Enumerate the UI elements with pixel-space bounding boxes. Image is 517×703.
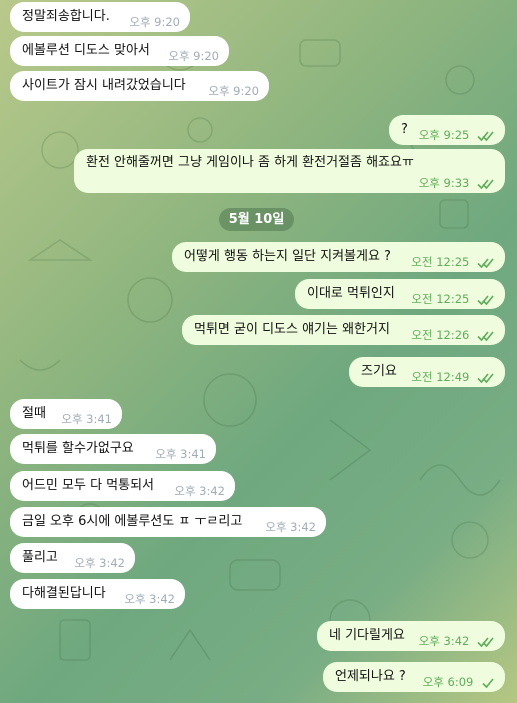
chat-area[interactable]: 정말죄송합니다. 오후 9:20 에볼루션 디도스 맞아서 오후 9:20 사이… <box>0 0 517 703</box>
message-time: 오전 12:25 <box>411 255 470 269</box>
message-text: 네 기다릴게요 <box>329 628 405 643</box>
message-bubble-incoming: 정말죄송합니다. 오후 9:20 <box>10 2 190 32</box>
message-text: 먹튀면 굳이 디도스 얘기는 왜한거지 <box>194 322 390 337</box>
date-separator: 5월 10일 <box>219 208 294 231</box>
message-text: 정말죄송합니다. <box>22 9 110 24</box>
message-text: 풀리고 <box>22 550 58 565</box>
message-text: 에볼루션 디도스 맞아서 <box>22 43 150 58</box>
message-text: 먹튀를 할수가없구요 <box>22 441 134 456</box>
message-time: 오후 9:20 <box>129 15 180 29</box>
message-bubble-incoming: 사이트가 잠시 내려갔었습니다 오후 9:20 <box>10 71 269 101</box>
double-check-icon <box>477 373 494 384</box>
message-time: 오전 12:25 <box>411 292 470 306</box>
double-check-icon <box>477 258 494 269</box>
message-time: 오후 3:41 <box>61 412 112 426</box>
message-time: 오후 9:20 <box>208 84 259 98</box>
message-bubble-outgoing: 환전 안해줄꺼면 그냥 게임이나 좀 하게 환전거절좀 해죠요ㅠ 오후 9:33 <box>74 149 505 193</box>
message-time: 오후 3:42 <box>74 556 125 570</box>
message-time: 오후 9:33 <box>418 176 470 190</box>
message-text: 다해결된답니다 <box>22 586 106 601</box>
message-text: 금일 오후 6시에 에볼루션도 ㅍ ㅜㄹ리고 <box>22 514 243 529</box>
message-text: 환전 안해줄꺼면 그냥 게임이나 좀 하게 환전거절좀 해죠요ㅠ <box>86 155 414 170</box>
message-bubble-incoming: 먹튀를 할수가없구요 오후 3:41 <box>10 434 216 464</box>
message-text: 사이트가 잠시 내려갔었습니다 <box>22 78 186 93</box>
double-check-icon <box>477 295 494 306</box>
message-time: 오후 9:20 <box>168 49 219 63</box>
message-text: 이대로 먹튀인지 <box>307 286 395 301</box>
message-time: 오후 3:42 <box>174 484 225 498</box>
message-time: 오후 6:09 <box>422 675 474 689</box>
message-time: 오후 3:42 <box>265 520 316 534</box>
message-text: 절때 <box>22 406 46 421</box>
message-bubble-outgoing: ? 오후 9:25 <box>389 115 505 145</box>
message-time: 오전 12:26 <box>411 328 470 342</box>
message-bubble-outgoing: 어떻게 행동 하는지 일단 지켜볼게요 ? 오전 12:25 <box>172 242 505 272</box>
message-bubble-incoming: 금일 오후 6시에 에볼루션도 ㅍ ㅜㄹ리고 오후 3:42 <box>10 507 326 537</box>
message-time: 오후 3:42 <box>124 592 175 606</box>
message-text: 어드민 모두 다 먹통되서 <box>22 478 154 493</box>
message-text: 언제되나요 ? <box>335 669 406 684</box>
message-text: 어떻게 행동 하는지 일단 지켜볼게요 ? <box>184 249 391 264</box>
message-text: 즈기요 <box>361 364 397 379</box>
message-bubble-incoming: 절때 오후 3:41 <box>10 399 122 429</box>
message-bubble-outgoing: 이대로 먹튀인지 오전 12:25 <box>295 279 505 309</box>
message-bubble-incoming: 어드민 모두 다 먹통되서 오후 3:42 <box>10 471 235 501</box>
message-bubble-outgoing: 네 기다릴게요 오후 3:42 <box>317 621 505 651</box>
message-text: ? <box>401 122 408 137</box>
message-bubble-incoming: 에볼루션 디도스 맞아서 오후 9:20 <box>10 36 229 66</box>
double-check-icon <box>477 637 494 648</box>
double-check-icon <box>477 131 494 142</box>
double-check-icon <box>477 179 494 190</box>
double-check-icon <box>477 331 494 342</box>
single-check-icon <box>482 678 494 689</box>
message-bubble-outgoing: 즈기요 오전 12:49 <box>349 357 505 387</box>
message-bubble-outgoing: 먹튀면 굳이 디도스 얘기는 왜한거지 오전 12:26 <box>182 315 505 345</box>
message-bubble-incoming: 다해결된답니다 오후 3:42 <box>10 579 185 609</box>
message-time: 오후 3:42 <box>418 634 470 648</box>
message-time: 오후 3:41 <box>155 447 206 461</box>
message-time: 오전 12:49 <box>411 370 470 384</box>
message-time: 오후 9:25 <box>418 128 470 142</box>
message-bubble-outgoing: 언제되나요 ? 오후 6:09 <box>323 662 505 692</box>
message-bubble-incoming: 풀리고 오후 3:42 <box>10 543 135 573</box>
